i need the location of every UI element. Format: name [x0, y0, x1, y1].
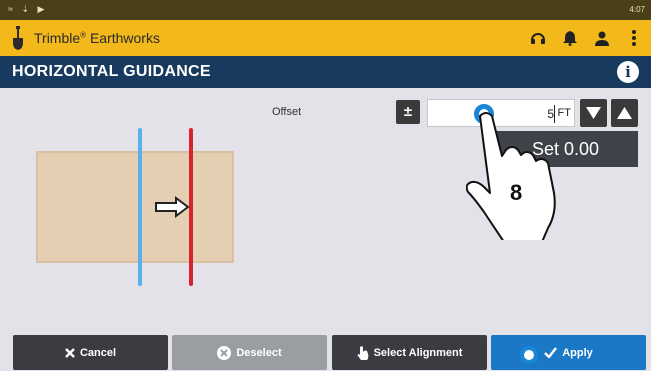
select-alignment-button[interactable]: Select Alignment [332, 335, 487, 370]
headset-icon[interactable] [529, 28, 547, 48]
product-name: Earthworks [89, 30, 160, 46]
cancel-button[interactable]: Cancel [13, 335, 168, 370]
info-icon[interactable]: i [617, 61, 639, 83]
status-indicators: ≈ ⇣ ▶ [8, 4, 48, 14]
brand-name: Trimble [34, 30, 81, 46]
plan-area [36, 151, 234, 263]
more-vertical-icon[interactable] [625, 28, 643, 48]
deselect-label: Deselect [236, 346, 282, 359]
app-bar-icons [529, 28, 643, 48]
app-bar: Trimble® Earthworks [0, 20, 651, 56]
pointer-hand-icon [357, 345, 368, 360]
guidance-panel: Offset ± 5 FT Set 0.00 8 [0, 88, 651, 371]
apply-label: Apply [562, 346, 593, 359]
touch-point-indicator [520, 346, 538, 364]
user-icon[interactable] [593, 28, 611, 48]
triangle-down-icon [586, 107, 601, 119]
status-bar: ≈ ⇣ ▶ 4:07 [0, 0, 651, 20]
clear-circle-icon [217, 345, 232, 360]
page-title: HORIZONTAL GUIDANCE [12, 63, 211, 80]
brand-registered-mark: ® [80, 30, 87, 40]
footer-toolbar: Cancel Deselect Select Alignment Apply [0, 335, 651, 371]
select-alignment-label: Select Alignment [373, 346, 463, 359]
bell-icon[interactable] [561, 28, 579, 48]
page-header: HORIZONTAL GUIDANCE i [0, 56, 651, 88]
right-arrow-icon [155, 196, 190, 218]
alignment-line [138, 128, 142, 286]
deselect-button[interactable]: Deselect [172, 335, 327, 370]
shovel-logo-icon [13, 26, 23, 50]
plus-minus-button[interactable]: ± [396, 100, 420, 124]
decrement-button[interactable] [580, 99, 607, 127]
gesture-step-number: 8 [510, 180, 522, 205]
app-title: Trimble® Earthworks [34, 30, 160, 46]
cancel-label: Cancel [79, 346, 117, 359]
close-icon [65, 347, 75, 358]
status-time: 4:07 [629, 5, 645, 14]
checkmark-icon [544, 347, 558, 358]
increment-button[interactable] [611, 99, 638, 127]
offset-label: Offset [272, 106, 302, 118]
apply-button[interactable]: Apply [491, 335, 646, 370]
tap-hand-icon: 8 [466, 112, 556, 240]
triangle-up-icon [617, 107, 632, 119]
